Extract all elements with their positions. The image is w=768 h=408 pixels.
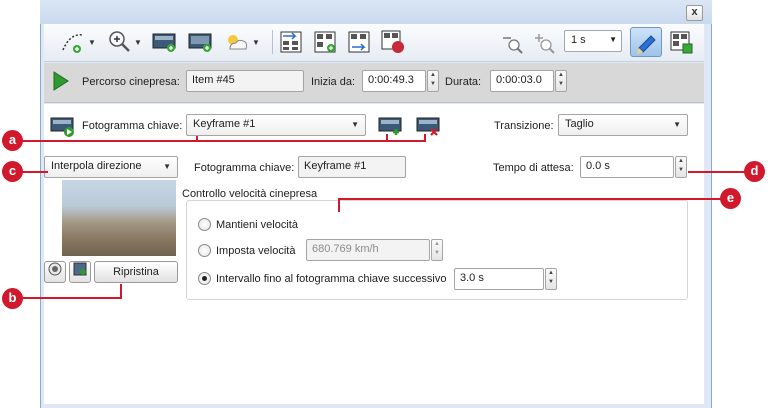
- add-keyframe-icon[interactable]: [150, 28, 180, 56]
- frame-grid-icon[interactable]: [310, 28, 340, 56]
- refresh-image-icon: [73, 262, 87, 276]
- interval-radio[interactable]: [198, 272, 211, 285]
- callout-d-line: [688, 171, 748, 173]
- import-icon[interactable]: [276, 28, 306, 56]
- interval-label: Intervallo fino al fotogramma chiave suc…: [216, 273, 447, 285]
- callout-b-line: [12, 297, 122, 299]
- start-field[interactable]: 0:00:49.3: [362, 70, 426, 92]
- callout-e: e: [720, 188, 741, 209]
- wait-time-label: Tempo di attesa:: [493, 162, 574, 174]
- transition-label: Transizione:: [494, 120, 554, 132]
- callout-a-line: [12, 140, 426, 142]
- duration-label: Durata:: [445, 76, 482, 88]
- keyframe-label: Fotogramma chiave:: [82, 120, 183, 132]
- play-icon[interactable]: [52, 70, 70, 95]
- wait-time-field[interactable]: 0.0 s: [580, 156, 674, 178]
- zoom-in-icon[interactable]: ▼: [104, 28, 144, 56]
- callout-a-line: [386, 134, 388, 142]
- keyframe-label-2: Fotogramma chiave:: [194, 162, 295, 174]
- zoom-out-icon[interactable]: [498, 28, 526, 56]
- keep-speed-label: Mantieni velocità: [216, 219, 298, 231]
- start-spinner[interactable]: ▲ ▼: [427, 70, 439, 92]
- wait-time-spinner[interactable]: ▲ ▼: [675, 156, 687, 178]
- record-icon[interactable]: [378, 28, 408, 56]
- path-label: Percorso cinepresa:: [82, 76, 180, 88]
- reset-button[interactable]: Ripristina: [94, 261, 178, 283]
- callout-a: a: [2, 130, 23, 151]
- interval-field[interactable]: 3.0 s: [454, 268, 544, 290]
- capture-thumbnail-button[interactable]: [69, 261, 91, 283]
- callout-a-line: [424, 134, 426, 142]
- path-add-icon[interactable]: ▼: [60, 28, 96, 56]
- export-icon[interactable]: [344, 28, 374, 56]
- camera-icon: [48, 262, 62, 276]
- frames-icon[interactable]: [666, 28, 696, 56]
- speed-group-title: Controllo velocità cinepresa: [182, 188, 318, 200]
- keyframe-name-field[interactable]: Keyframe #1: [298, 156, 406, 178]
- interval-spinner[interactable]: ▲ ▼: [545, 268, 557, 290]
- set-speed-spinner[interactable]: ▲ ▼: [431, 239, 443, 261]
- keyframe-select[interactable]: Keyframe #1 ▼: [186, 114, 366, 136]
- callout-c: c: [2, 161, 23, 182]
- add-frame-icon[interactable]: [186, 28, 216, 56]
- close-button[interactable]: x: [686, 5, 703, 21]
- callout-b: b: [2, 288, 23, 309]
- weather-icon[interactable]: ▼: [222, 28, 262, 56]
- callout-d: d: [744, 161, 765, 182]
- duration-field[interactable]: 0:00:03.0: [490, 70, 554, 92]
- transition-select[interactable]: Taglio ▼: [558, 114, 688, 136]
- keep-speed-radio[interactable]: [198, 218, 211, 231]
- start-label: Inizia da:: [311, 76, 356, 88]
- delete-keyframe-button[interactable]: [416, 116, 442, 141]
- toolbar-separator: [272, 30, 273, 54]
- keyframe-thumbnail: [62, 180, 176, 256]
- callout-e-line: [338, 198, 340, 212]
- set-speed-radio[interactable]: [198, 244, 211, 257]
- set-speed-field[interactable]: 680.769 km/h: [306, 239, 430, 261]
- callout-b-line: [120, 284, 122, 298]
- edit-tool-button[interactable]: [630, 27, 662, 57]
- zoom-in-small-icon[interactable]: [530, 28, 558, 56]
- set-speed-label: Imposta velocità: [216, 245, 296, 257]
- edit-icon: [637, 35, 656, 54]
- path-field[interactable]: Item #45: [186, 70, 304, 92]
- title-bar: [40, 0, 712, 24]
- callout-e-line: [338, 198, 732, 200]
- zoom-select[interactable]: 1 s ▼: [564, 30, 622, 52]
- add-keyframe-button[interactable]: [378, 116, 404, 141]
- keyframe-play-icon[interactable]: [50, 116, 76, 141]
- interpolate-select[interactable]: Interpola direzione ▼: [44, 156, 178, 178]
- camera-view-button[interactable]: [44, 261, 66, 283]
- duration-spinner[interactable]: ▲ ▼: [555, 70, 567, 92]
